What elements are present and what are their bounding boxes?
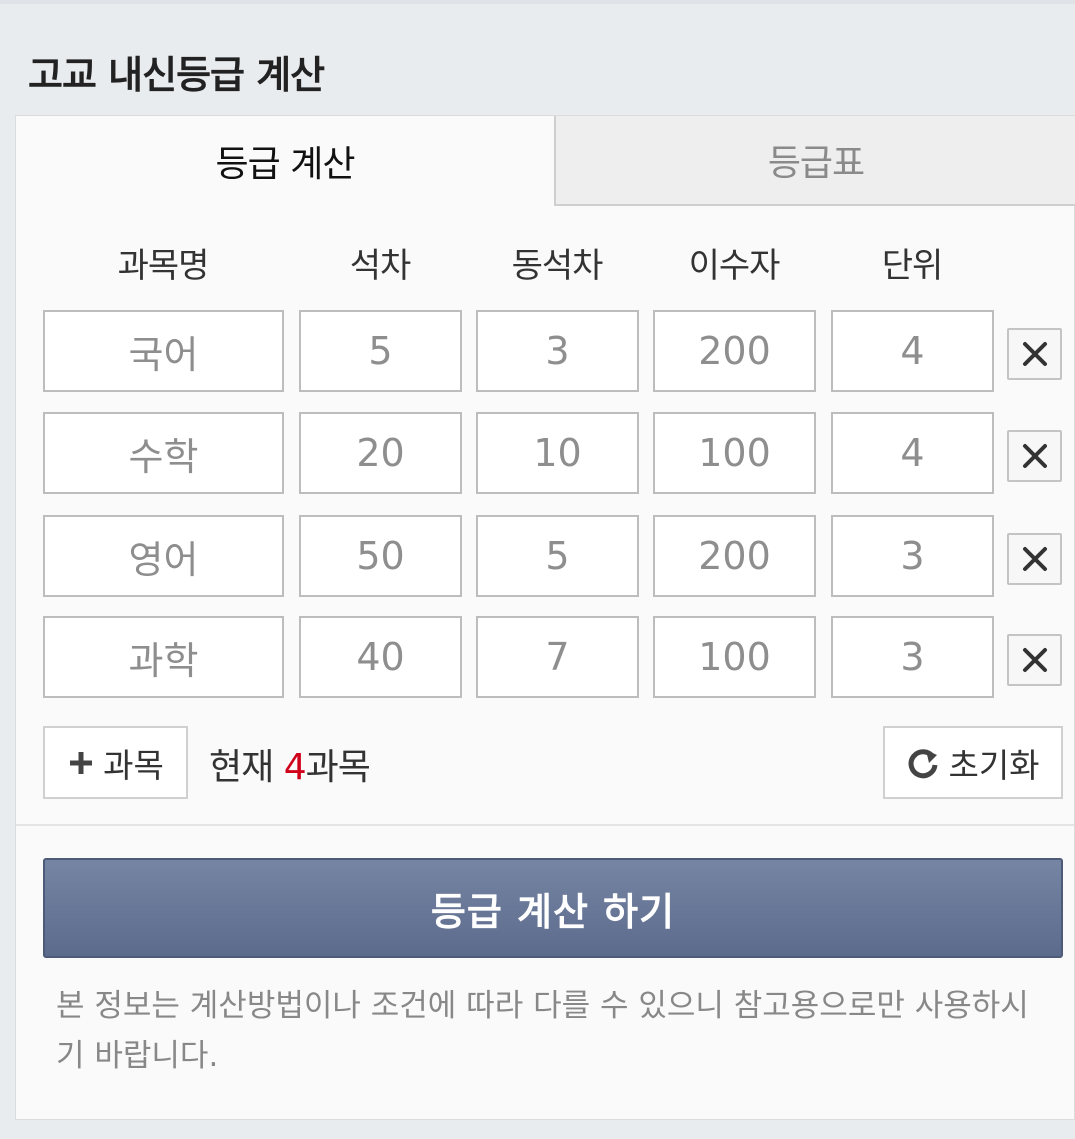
subject-count: 현재 4과목: [209, 738, 371, 790]
page-title: 고교 내신등급 계산: [28, 53, 325, 97]
rank-input[interactable]: 5: [299, 310, 462, 392]
calculator-card: 등급 계산 등급표 과목명 석차 동석차 이수자 단위 국어 5 3 200 4…: [15, 115, 1075, 1120]
header-tie-rank: 동석차: [511, 246, 604, 286]
subject-row: 국어 5 3 200 4: [16, 310, 1075, 394]
rank-input[interactable]: 40: [299, 616, 462, 698]
subject-row: 영어 50 5 200 3: [16, 515, 1075, 599]
calculate-grade-button[interactable]: 등급 계산 하기: [43, 858, 1063, 958]
delete-row-button[interactable]: [1007, 430, 1062, 482]
header-students: 이수자: [688, 246, 781, 286]
subject-input[interactable]: 수학: [43, 412, 284, 494]
units-input[interactable]: 4: [831, 310, 994, 392]
tie-rank-input[interactable]: 3: [476, 310, 639, 392]
students-input[interactable]: 100: [653, 616, 816, 698]
delete-row-button[interactable]: [1007, 328, 1062, 380]
close-icon: [1022, 342, 1047, 366]
subject-input[interactable]: 영어: [43, 515, 284, 597]
units-input[interactable]: 3: [831, 616, 994, 698]
tab-grade-calc[interactable]: 등급 계산: [16, 116, 554, 206]
subject-row: 과학 40 7 100 3: [16, 616, 1075, 700]
rank-input[interactable]: 20: [299, 412, 462, 494]
reset-label: 초기화: [948, 745, 1040, 785]
subject-row: 수학 20 10 100 4: [16, 412, 1075, 496]
delete-row-button[interactable]: [1007, 634, 1062, 686]
count-number: 4: [283, 747, 307, 788]
students-input[interactable]: 200: [653, 310, 816, 392]
column-headers: 과목명 석차 동석차 이수자 단위: [16, 238, 1075, 288]
plus-icon: [70, 751, 93, 774]
divider: [16, 824, 1074, 826]
subject-input[interactable]: 과학: [43, 616, 284, 698]
units-input[interactable]: 3: [831, 515, 994, 597]
tab-bar: 등급 계산 등급표: [16, 116, 1075, 206]
add-subject-button[interactable]: 과목: [43, 726, 188, 799]
tie-rank-input[interactable]: 7: [476, 616, 639, 698]
reset-button[interactable]: 초기화: [883, 726, 1063, 799]
students-input[interactable]: 200: [653, 515, 816, 597]
tie-rank-input[interactable]: 10: [476, 412, 639, 494]
tie-rank-input[interactable]: 5: [476, 515, 639, 597]
header-subject: 과목명: [117, 246, 210, 286]
header-rank: 석차: [349, 246, 412, 286]
refresh-icon: [909, 748, 938, 778]
close-icon: [1022, 547, 1047, 571]
students-input[interactable]: 100: [653, 412, 816, 494]
units-input[interactable]: 4: [831, 412, 994, 494]
top-border: [0, 0, 1075, 4]
close-icon: [1022, 648, 1047, 672]
count-suffix: 과목: [305, 747, 371, 788]
header-units: 단위: [881, 246, 944, 286]
close-icon: [1022, 444, 1047, 468]
tab-grade-table[interactable]: 등급표: [554, 116, 1075, 206]
rank-input[interactable]: 50: [299, 515, 462, 597]
delete-row-button[interactable]: [1007, 533, 1062, 585]
disclaimer-text: 본 정보는 계산방법이나 조건에 따라 다를 수 있으니 참고용으로만 사용하시…: [56, 988, 1029, 1074]
add-subject-label: 과목: [103, 745, 164, 785]
count-prefix: 현재: [209, 747, 284, 788]
subject-input[interactable]: 국어: [43, 310, 284, 392]
